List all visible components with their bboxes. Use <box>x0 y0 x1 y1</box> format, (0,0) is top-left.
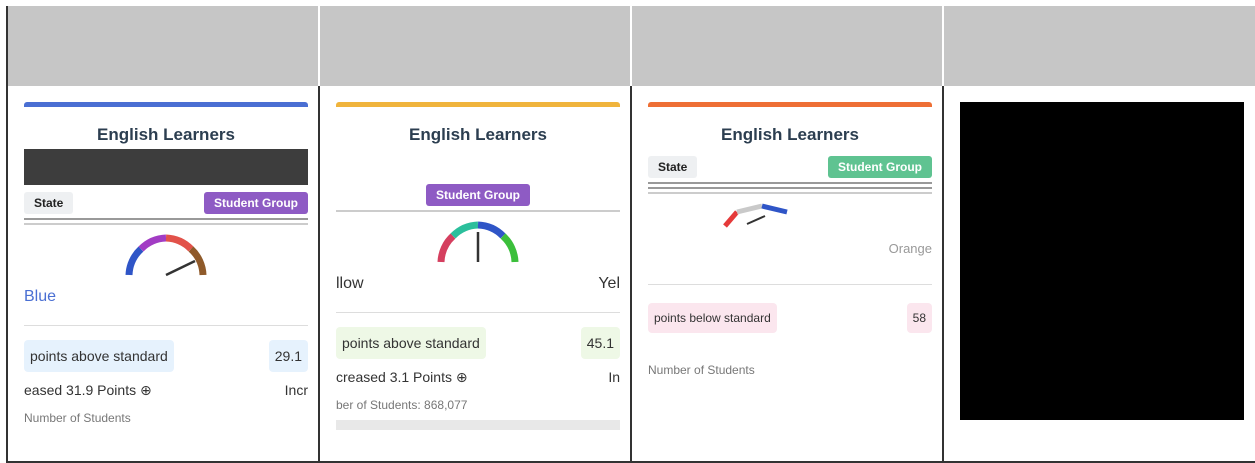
student-count: Number of Students <box>24 411 131 425</box>
performance-gauge <box>24 231 308 279</box>
comparison-grid: English Learners State Student Group Blu… <box>6 6 1255 463</box>
status-color-label: Blue <box>24 288 57 305</box>
card-accent-bar <box>24 102 308 107</box>
distance-from-standard: points below standard <box>648 303 777 333</box>
distance-value: 58 <box>906 303 932 333</box>
change-text: creased 3.1 Points <box>336 369 452 385</box>
card-cell-2: English Learners Student Group llow Yel <box>320 86 632 463</box>
card-title: English Learners <box>409 125 547 144</box>
dashboard-card[interactable]: English Learners Student Group llow Yel <box>336 102 620 445</box>
performance-gauge <box>336 218 620 266</box>
tab-student-group[interactable]: Student Group <box>828 156 932 178</box>
card-title: English Learners <box>721 125 859 144</box>
dashboard-card[interactable]: English Learners State Student Group Blu… <box>24 102 308 445</box>
card-title: English Learners <box>97 125 235 144</box>
card-cell-1: English Learners State Student Group Blu… <box>8 86 320 463</box>
student-count: Number of Students <box>648 363 755 377</box>
card-accent-bar <box>648 102 932 107</box>
column-header-2 <box>320 6 632 86</box>
student-count: ber of Students: 868,077 <box>336 398 468 412</box>
dashboard-card[interactable]: English Learners State Student Group Ora… <box>648 102 932 421</box>
card-cell-3: English Learners State Student Group Ora… <box>632 86 944 463</box>
distance-from-standard: points above standard <box>24 340 174 372</box>
card-cell-4 <box>944 86 1255 463</box>
change-text: eased 31.9 Points <box>24 382 137 398</box>
gauge-needle <box>746 215 765 225</box>
distance-from-standard: points above standard <box>336 327 486 359</box>
card-accent-bar <box>336 102 620 107</box>
distance-value: 29.1 <box>268 340 308 372</box>
change-text-right: Incr <box>284 382 308 398</box>
status-color-label: Orange <box>888 240 932 256</box>
gauge-needle <box>165 259 196 277</box>
column-header-4 <box>944 6 1255 86</box>
info-icon[interactable]: ⊕ <box>456 369 468 385</box>
performance-gauge <box>648 200 932 230</box>
tab-state[interactable]: State <box>24 192 74 214</box>
tab-state[interactable]: State <box>648 156 698 178</box>
tab-student-group[interactable]: Student Group <box>426 184 530 206</box>
status-color-label: llow <box>336 275 364 292</box>
column-header-3 <box>632 6 944 86</box>
tab-student-group[interactable]: Student Group <box>204 192 308 214</box>
blank-card <box>960 102 1244 420</box>
column-header-1 <box>8 6 320 86</box>
status-color-label-right: Yel <box>598 275 620 292</box>
distance-value: 45.1 <box>580 327 620 359</box>
change-text-right: In <box>608 369 620 385</box>
glitch-band <box>24 149 308 185</box>
info-icon[interactable]: ⊕ <box>140 382 152 398</box>
